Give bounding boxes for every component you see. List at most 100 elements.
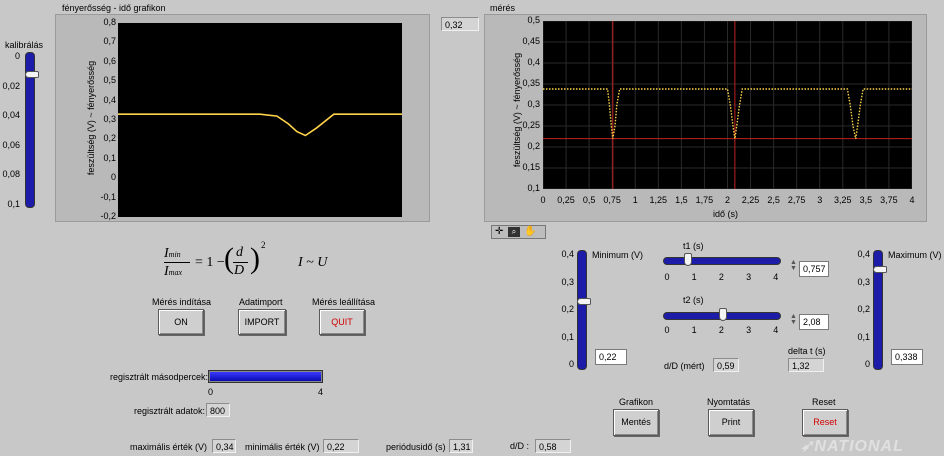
formula-sub-max: max	[168, 268, 182, 277]
formula-rhs: = 1 −	[195, 255, 225, 270]
on-button[interactable]: ON	[158, 309, 204, 335]
national-watermark: ➶NATIONAL	[800, 436, 904, 456]
graph1-ytick: 0,2	[103, 133, 116, 144]
formula-paren-right: )	[250, 242, 260, 275]
formula-exp: 2	[261, 240, 266, 250]
t1-title: t1 (s)	[683, 241, 704, 251]
t2-input[interactable]: 2,08	[799, 314, 829, 330]
import-title: Adatimport	[239, 297, 283, 307]
delta-t-label: delta t (s)	[788, 346, 826, 356]
delta-t-value: 1,32	[788, 358, 824, 372]
formula-d: d	[236, 245, 243, 260]
start-title: Mérés indítása	[152, 297, 212, 307]
maximum-tick: 0,4	[857, 249, 870, 259]
t1-input[interactable]: 0,757	[799, 261, 829, 277]
graph2-title: mérés	[490, 3, 516, 13]
stop-title: Mérés leállítása	[312, 297, 376, 307]
calibration-tick: 0,02	[2, 80, 20, 91]
t1-slider-thumb[interactable]	[684, 253, 692, 266]
graph1-ytick: 0,4	[103, 94, 116, 105]
print-button[interactable]: Print	[708, 409, 754, 436]
graph1-ytick: 0,3	[103, 114, 116, 124]
graph1-plot[interactable]	[118, 23, 402, 217]
min-value-label: minimális érték (V)	[245, 442, 320, 452]
recorded-value: 800	[206, 403, 230, 417]
watermark-text: NATIONAL	[814, 438, 904, 455]
dD-value: 0,58	[535, 439, 571, 453]
dD-label: d/D :	[510, 441, 530, 451]
minimum-title: Minimum (V)	[592, 250, 643, 260]
formula-paren-left: (	[224, 242, 234, 275]
t2-stepper-icon[interactable]: ▲ ▼	[790, 313, 797, 326]
t1-stepper-icon[interactable]: ▲ ▼	[790, 259, 797, 272]
dD-measured-value: 0,59	[713, 358, 739, 372]
minimum-tick: 0	[568, 359, 574, 369]
zoom-icon[interactable]: ⌕	[508, 227, 520, 237]
t1-tick: 3	[746, 272, 752, 282]
calibration-label: kalibrálás	[5, 40, 44, 50]
maximum-tick: 0	[864, 359, 870, 369]
graph1-ytick: -0,1	[100, 191, 116, 202]
period-value: 1,31	[449, 439, 473, 453]
t2-slider-thumb[interactable]	[719, 308, 727, 321]
pan-hand-icon[interactable]: ✋	[524, 226, 536, 237]
progress-fill	[210, 372, 321, 381]
minimum-slider-thumb[interactable]	[577, 298, 591, 305]
t1-slider[interactable]	[663, 257, 781, 265]
graph1-ytick: 0,8	[103, 17, 116, 27]
t1-tick: 4	[773, 272, 779, 282]
calibration-tick: 0,04	[2, 110, 20, 120]
maximum-tick: 0,2	[857, 304, 870, 314]
graph2-ytick: 0,35	[522, 78, 540, 88]
graph1-ytick: 0	[110, 172, 116, 183]
maximum-tick: 0,3	[857, 276, 870, 287]
progress-min: 0	[208, 387, 214, 397]
minimum-slider[interactable]	[577, 250, 587, 370]
graph2-xtick: 4	[909, 195, 915, 205]
dD-measured-label: d/D (mért)	[664, 361, 705, 371]
graph2-ytick: 0,4	[527, 57, 540, 67]
quit-button[interactable]: QUIT	[319, 309, 365, 335]
graph2-ytick: 0,3	[527, 99, 540, 109]
minimum-tick: 0,4	[561, 249, 574, 259]
reset-title: Reset	[812, 397, 836, 407]
max-value-label: maximális érték (V)	[130, 442, 208, 452]
formula: Imin Imax = 1 − ( d D ) 2 I ~ U	[164, 240, 364, 288]
t1-tick: 1	[691, 272, 697, 282]
formula-D: D	[234, 263, 245, 278]
period-label: periódusidő (s)	[386, 442, 446, 452]
graph-save-title: Grafikon	[619, 397, 654, 407]
t2-tick: 0	[664, 325, 670, 335]
graph-palette[interactable]: ✛ ⌕ ✋	[491, 225, 546, 239]
graph1-title: fényerősség - idő grafikon	[62, 3, 166, 13]
calibration-tick: 0,08	[2, 169, 20, 179]
t1-tick: 2	[718, 272, 724, 282]
print-title: Nyomtatás	[707, 397, 751, 407]
graph2-ytick: 0,1	[527, 183, 540, 193]
min-value: 0,22	[323, 439, 359, 453]
save-graph-button[interactable]: Mentés	[613, 409, 659, 436]
maximum-tick: 0,1	[857, 331, 870, 342]
graph2-xlabel: idő (s)	[713, 209, 739, 219]
calibration-slider-thumb[interactable]	[25, 71, 39, 78]
progress-label: regisztrált másodpercek:	[110, 372, 209, 382]
minimum-tick: 0,1	[561, 331, 574, 342]
t2-title: t2 (s)	[683, 295, 704, 305]
progress-max: 4	[318, 387, 324, 397]
graph2-ytick: 0,2	[527, 141, 540, 151]
calibration-tick: 0,06	[2, 139, 20, 150]
graph2-plot[interactable]	[543, 21, 912, 189]
top-readout: 0,32	[441, 17, 479, 31]
graph1-ytick: 0,1	[103, 152, 116, 163]
graph1-ytick: 0,7	[103, 36, 116, 47]
cursor-move-icon[interactable]: ✛	[495, 226, 503, 237]
reset-button[interactable]: Reset	[802, 409, 848, 436]
graph2-ylabel: feszültség (V) ~ fényerősség	[512, 20, 522, 200]
graph1-background	[118, 23, 402, 217]
import-button[interactable]: IMPORT	[238, 309, 286, 335]
maximum-input[interactable]: 0,338	[891, 349, 923, 365]
minimum-input[interactable]: 0,22	[595, 349, 627, 365]
t2-tick: 2	[718, 325, 724, 335]
formula-sub-min: min	[168, 250, 181, 259]
maximum-slider-thumb[interactable]	[873, 266, 887, 273]
